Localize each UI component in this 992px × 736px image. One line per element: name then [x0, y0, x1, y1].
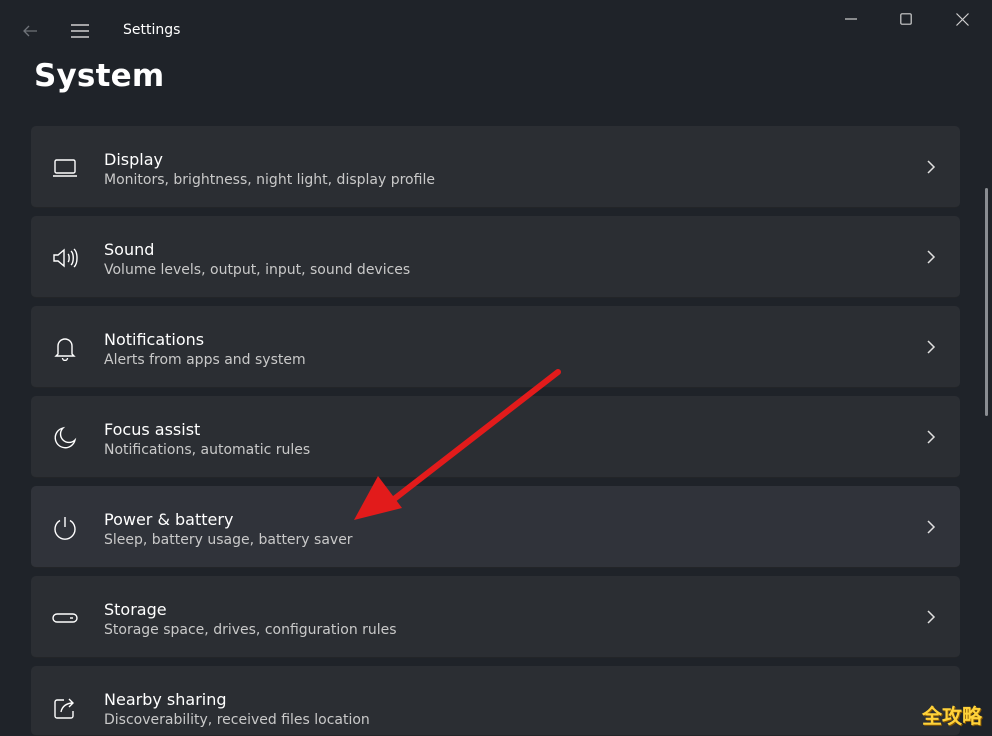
item-title: Nearby sharing [104, 690, 227, 709]
app-title: Settings [123, 22, 181, 38]
maximize-button[interactable] [877, 0, 934, 38]
item-subtitle: Sleep, battery usage, battery saver [104, 532, 353, 548]
settings-item-sound[interactable]: Sound Volume levels, output, input, soun… [31, 216, 960, 298]
storage-drive-icon [51, 604, 79, 632]
maximize-icon [899, 13, 912, 25]
red-annotation-arrow [354, 369, 561, 520]
back-button[interactable] [14, 16, 46, 46]
item-subtitle: Alerts from apps and system [104, 352, 306, 368]
bell-icon [51, 334, 79, 362]
close-button[interactable] [934, 0, 991, 38]
minimize-button[interactable] [822, 0, 879, 38]
item-subtitle: Volume levels, output, input, sound devi… [104, 262, 411, 278]
share-icon [51, 694, 79, 722]
item-title: Notifications [104, 330, 205, 349]
item-title: Power & battery [104, 510, 234, 529]
item-title: Sound [104, 240, 155, 259]
scrollbar-thumb[interactable] [985, 188, 988, 416]
hamburger-menu-icon [71, 24, 89, 38]
item-subtitle: Notifications, automatic rules [104, 442, 311, 458]
chevron-right-icon [924, 517, 938, 537]
settings-item-storage[interactable]: Storage Storage space, drives, configura… [31, 576, 960, 658]
navigation-menu-button[interactable] [64, 16, 96, 46]
power-icon [51, 514, 79, 542]
item-subtitle: Monitors, brightness, night light, displ… [104, 172, 435, 188]
item-subtitle: Discoverability, received files location [104, 712, 370, 728]
item-title: Focus assist [104, 420, 201, 439]
close-icon [956, 12, 969, 26]
title-bar: Settings [0, 0, 992, 60]
watermark-logo: 全攻略 [922, 704, 982, 728]
item-title: Display [104, 150, 163, 169]
minimize-icon [844, 18, 857, 20]
item-subtitle: Storage space, drives, configuration rul… [104, 622, 397, 638]
item-title: Storage [104, 600, 167, 619]
laptop-display-icon [51, 154, 79, 182]
chevron-right-icon [924, 427, 938, 447]
settings-item-display[interactable]: Display Monitors, brightness, night ligh… [31, 126, 960, 208]
chevron-right-icon [924, 247, 938, 267]
page-title: System [34, 58, 165, 94]
chevron-right-icon [924, 607, 938, 627]
back-arrow-icon [23, 25, 37, 37]
moon-icon [51, 424, 79, 452]
settings-item-nearby-sharing[interactable]: Nearby sharing Discoverability, received… [31, 666, 960, 736]
chevron-right-icon [924, 157, 938, 177]
chevron-right-icon [924, 337, 938, 357]
speaker-icon [51, 244, 79, 272]
